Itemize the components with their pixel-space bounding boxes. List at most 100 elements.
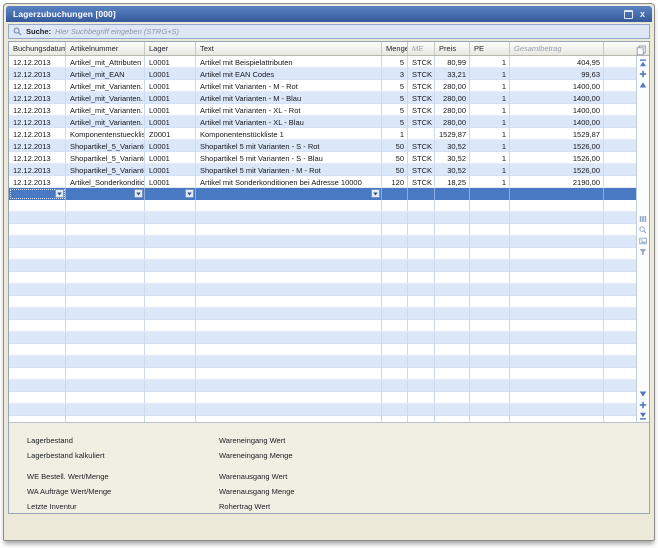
cell-lager [145,224,196,235]
cell-artnr [66,236,145,247]
table-row[interactable]: 12.12.2013KomponentenstuecklisteZ0001Kom… [9,128,636,140]
entry-cell-me[interactable] [408,188,435,200]
table-row[interactable]: 12.12.2013Artikel_mit_Varianten.L0001Art… [9,104,636,116]
column-header-pe[interactable]: PE [470,42,510,55]
cell-date [9,248,66,259]
entry-cell-pe[interactable] [470,188,510,200]
cell-preis [435,308,470,319]
column-header-menge[interactable]: Menge [382,42,408,55]
column-header-preis[interactable]: Preis [435,42,470,55]
table-search-icon[interactable] [638,225,649,235]
entry-cell-text[interactable] [196,188,382,200]
cell-date: 12.12.2013 [9,164,66,175]
entry-cell-preis[interactable] [435,188,470,200]
table-row[interactable] [9,296,636,308]
table-row[interactable]: 12.12.2013Artikel_mit_AttributenL0001Art… [9,56,636,68]
search-bar[interactable]: Suche: Hier Suchbegriff eingeben (STRG+S… [8,24,650,39]
table-row[interactable] [9,320,636,332]
column-header-text[interactable]: Text [196,42,382,55]
table-row[interactable] [9,236,636,248]
table-row[interactable] [9,248,636,260]
scroll-last-icon[interactable] [638,411,649,421]
summary-label-wareneingang-menge: Wareneingang Menge [219,448,295,463]
table-row[interactable] [9,260,636,272]
table-row[interactable] [9,212,636,224]
cell-date [9,392,66,403]
insert-down-icon[interactable] [638,400,649,410]
cell-gesamt [510,200,604,211]
entry-dropdown-button[interactable] [371,189,380,198]
column-header-buchungsdatum[interactable]: Buchungsdatum [9,42,66,55]
table-row[interactable] [9,368,636,380]
cell-artnr: Artikel_mit_EAN [66,68,145,79]
cell-text [196,368,382,379]
cell-preis: 1529,87 [435,128,470,139]
table-row[interactable] [9,272,636,284]
table-row[interactable]: 12.12.2013Shopartikel_5_VariantenL0001Sh… [9,164,636,176]
column-header-gesamtbetrag[interactable]: Gesamtbetrag [510,42,604,55]
table-row[interactable]: 12.12.2013Artikel_mit_Varianten.L0001Art… [9,116,636,128]
table-row[interactable] [9,404,636,416]
cell-me: STCK [408,92,435,103]
cell-text: Artikel mit Varianten - XL - Rot [196,104,382,115]
cell-preis: 280,00 [435,116,470,127]
close-icon[interactable]: x [640,10,645,19]
table-row[interactable] [9,332,636,344]
scroll-first-icon[interactable] [638,58,649,68]
table-filter-icon[interactable] [638,247,649,257]
table-image-icon[interactable] [638,236,649,246]
table-row[interactable] [9,284,636,296]
cell-text: Artikel mit Varianten - XL - Blau [196,116,382,127]
cell-text [196,200,382,211]
table-row[interactable] [9,224,636,236]
table-row[interactable]: 12.12.2013Artikel_mit_EANL0001Artikel mi… [9,68,636,80]
view-columns-icon[interactable] [638,214,649,224]
cell-filler [604,248,636,259]
entry-dropdown-button[interactable] [134,189,143,198]
summary-label-wa-auftraege: WA Aufträge Wert/Menge [27,484,111,499]
insert-up-icon[interactable] [638,69,649,79]
copy-icon[interactable] [636,43,647,54]
cell-preis [435,260,470,271]
cell-pe [470,236,510,247]
restore-icon[interactable] [624,10,633,19]
app-window: Lagerzubuchungen [000] x Suche: Hier Suc… [3,3,655,541]
table-row[interactable]: 12.12.2013Artikel_mit_Varianten.L0001Art… [9,92,636,104]
cell-lager: L0001 [145,104,196,115]
cell-date: 12.12.2013 [9,152,66,163]
cell-preis: 80,99 [435,56,470,67]
cell-lager: L0001 [145,140,196,151]
table-row[interactable]: 12.12.2013Artikel_mit_Varianten.L0001Art… [9,80,636,92]
entry-cell-gesamtbetrag[interactable] [510,188,604,200]
table-row[interactable]: 12.12.2013Shopartikel_5_VariantenL0001Sh… [9,152,636,164]
column-header-lager[interactable]: Lager [145,42,196,55]
summary-label-letzte-inventur: Letzte Inventur [27,499,111,514]
table-row[interactable] [9,344,636,356]
column-header-artikelnummer[interactable]: Artikelnummer [66,42,145,55]
entry-cell-menge[interactable] [382,188,408,200]
cell-menge [382,344,408,355]
table-row[interactable] [9,380,636,392]
table-row[interactable] [9,356,636,368]
entry-dropdown-button[interactable] [185,189,194,198]
table-row[interactable] [9,308,636,320]
search-input[interactable]: Hier Suchbegriff eingeben (STRG+S) [55,27,179,36]
entry-dropdown-button[interactable] [55,189,64,198]
cell-preis [435,392,470,403]
scroll-up-icon[interactable] [638,80,649,90]
cell-text: Shopartikel 5 mit Varianten - S - Rot [196,140,382,151]
cell-text [196,236,382,247]
cell-pe [470,224,510,235]
column-header-me[interactable]: ME [408,42,435,55]
cell-filler [604,116,636,127]
table-row[interactable]: 12.12.2013Artikel_SonderkonditionenL0001… [9,176,636,188]
new-entry-row[interactable] [9,188,636,200]
table-scrollbar[interactable] [636,56,649,423]
cell-pe: 1 [470,92,510,103]
scroll-down-icon[interactable] [638,389,649,399]
cell-filler [604,392,636,403]
table-row[interactable] [9,392,636,404]
table-row[interactable]: 12.12.2013Shopartikel_5_VariantenL0001Sh… [9,140,636,152]
cell-menge [382,296,408,307]
table-row[interactable] [9,200,636,212]
